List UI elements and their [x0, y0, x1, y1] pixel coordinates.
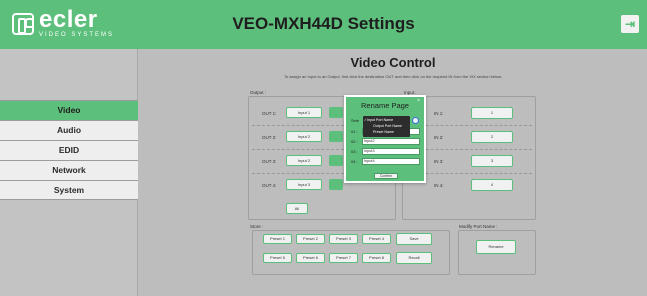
out-2-label: OUT 2:	[262, 135, 277, 140]
separator	[252, 173, 344, 174]
in-2-button[interactable]: 2	[471, 131, 513, 143]
instructions-text: To assign an Input to an Output, first c…	[283, 74, 503, 79]
in-4-button[interactable]: 4	[471, 179, 513, 191]
sidebar-item-network[interactable]: Network	[0, 160, 138, 180]
out-2-input-button[interactable]: Input 2	[286, 131, 322, 142]
modal-confirm-button[interactable]: Confirm	[374, 173, 398, 179]
sidebar: Video Audio EDID Network System	[0, 49, 138, 296]
logout-button[interactable]: ⇥	[621, 15, 639, 33]
in-1-label: IN 1:	[434, 111, 444, 116]
out-4-input-button[interactable]: Input 3	[286, 179, 322, 190]
header-bar: ecler VIDEO SYSTEMS VEO-MXH44D Settings …	[0, 0, 647, 49]
port-type-select-radio[interactable]	[412, 117, 419, 124]
preset-1-button[interactable]: Preset 1	[263, 234, 292, 244]
modal-close-icon[interactable]: ×	[417, 98, 420, 104]
preset-5-button[interactable]: Preset 5	[263, 253, 292, 263]
out-2-select-button[interactable]	[329, 131, 343, 142]
sidebar-item-video[interactable]: Video	[0, 100, 138, 120]
select-label: Sele	[351, 118, 360, 123]
in-3-label: IN 3:	[434, 159, 444, 164]
out-3-label: OUT 3:	[262, 159, 277, 164]
logout-icon: ⇥	[624, 17, 636, 31]
dropdown-option-input-port-name[interactable]: Input Port Name	[367, 118, 393, 122]
sidebar-nav: Video Audio EDID Network System	[0, 100, 138, 200]
in-2-label: IN 2:	[434, 135, 444, 140]
dropdown-option-output-port-name[interactable]: Output Port Name	[373, 124, 402, 128]
store-section-label: Store :	[250, 224, 264, 229]
app-title: VEO-MXH44D Settings	[232, 14, 415, 33]
preset-4-button[interactable]: Preset 4	[362, 234, 391, 244]
out-3-input-button[interactable]: Input 2	[286, 155, 322, 166]
preset-7-button[interactable]: Preset 7	[329, 253, 358, 263]
in-4-label: IN 4:	[434, 183, 444, 188]
out-1-select-button[interactable]	[329, 107, 343, 118]
rename-row-4-label: 04 :	[351, 159, 358, 164]
rename-row-2-input[interactable]: Input2	[362, 138, 420, 145]
preset-3-button[interactable]: Preset 3	[329, 234, 358, 244]
dropdown-option-preset-name[interactable]: Preset Name	[373, 130, 394, 134]
rename-row-3-label: 03 :	[351, 149, 358, 154]
port-type-dropdown: ✓ Input Port Name Output Port Name Prese…	[363, 116, 410, 137]
in-3-button[interactable]: 3	[471, 155, 513, 167]
rename-row-3-input[interactable]: Input3	[362, 148, 420, 155]
rename-row-1-label: 01 :	[351, 129, 358, 134]
separator	[252, 149, 344, 150]
rename-row-2-label: 02 :	[351, 139, 358, 144]
out-1-input-button[interactable]: Input 1	[286, 107, 322, 118]
save-button[interactable]: Save	[396, 233, 432, 245]
preset-2-button[interactable]: Preset 2	[296, 234, 325, 244]
recall-button[interactable]: Recall	[396, 252, 432, 264]
sidebar-item-edid[interactable]: EDID	[0, 140, 138, 160]
out-4-select-button[interactable]	[329, 179, 343, 190]
separator	[252, 125, 344, 126]
all-button[interactable]: All	[286, 203, 308, 214]
sidebar-item-system[interactable]: System	[0, 180, 138, 200]
rename-row-4-input[interactable]: Input4	[362, 158, 420, 165]
output-section-label: Output :	[250, 90, 267, 95]
out-4-label: OUT 4:	[262, 183, 277, 188]
page-title: Video Control	[350, 55, 436, 70]
in-1-button[interactable]: 1	[471, 107, 513, 119]
modify-port-name-label: Modify Port Name :	[459, 224, 498, 229]
out-3-select-button[interactable]	[329, 155, 343, 166]
rename-button[interactable]: Rename	[476, 240, 516, 254]
preset-6-button[interactable]: Preset 6	[296, 253, 325, 263]
out-1-label: OUT 1:	[262, 111, 277, 116]
modal-title: Rename Page	[361, 101, 409, 110]
preset-8-button[interactable]: Preset 8	[362, 253, 391, 263]
rename-modal: Rename Page × Sele 01 : Yo 02 : Input2 0…	[344, 95, 426, 183]
sidebar-item-audio[interactable]: Audio	[0, 120, 138, 140]
